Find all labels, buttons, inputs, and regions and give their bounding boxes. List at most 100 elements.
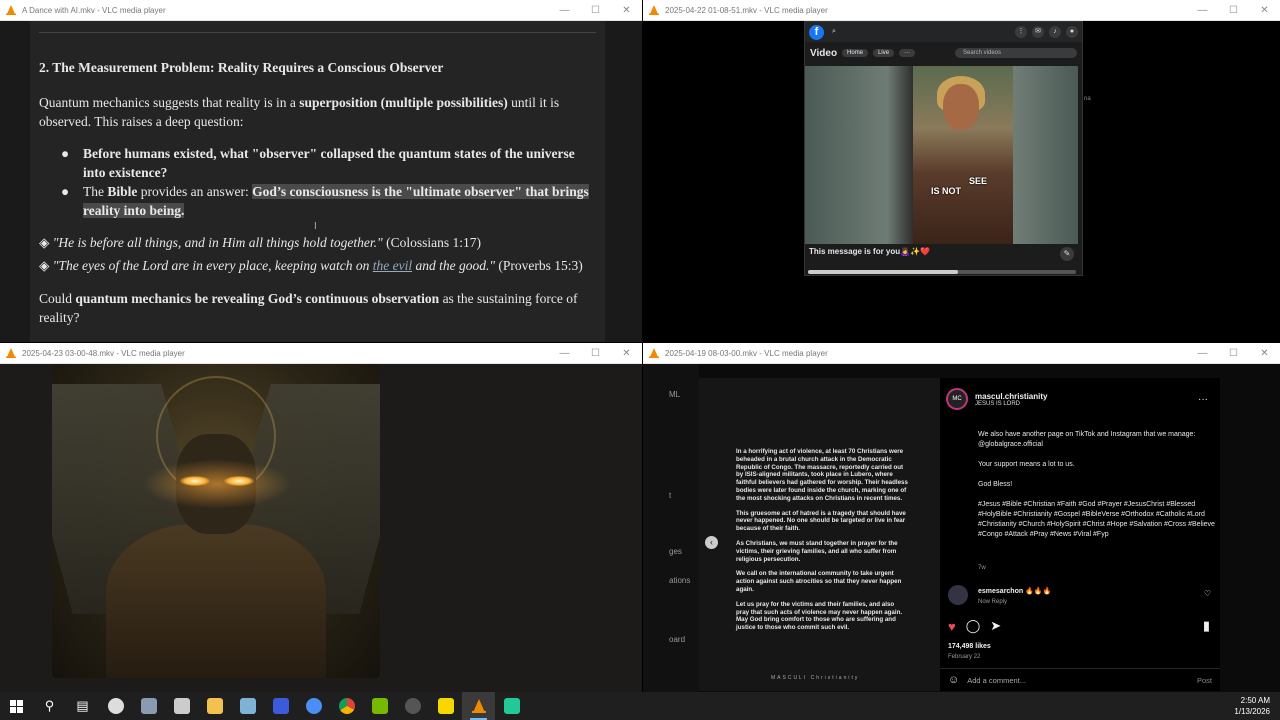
text: The — [83, 184, 108, 199]
vlc-window-document[interactable]: A Dance with AI.mkv - VLC media player —… — [0, 0, 642, 342]
likes-count[interactable]: 174,498 likes — [948, 643, 991, 650]
add-comment-input[interactable]: Add a comment... — [967, 676, 1026, 685]
vlc-window-angel[interactable]: 2025-04-23 03-00-48.mkv - VLC media play… — [0, 343, 642, 692]
like-heart-icon[interactable]: ♥ — [948, 619, 956, 634]
taskbar: ⚲ ▤ 2:50 AM 1/13/2026 — [0, 692, 1280, 720]
more-options-icon[interactable]: ··· — [1198, 394, 1208, 405]
hashtags: #Jesus #Bible #Christian #Faith #God #Pr… — [978, 501, 1215, 538]
caption-paragraph: God Bless! — [978, 481, 1013, 488]
vlc-window-facebook[interactable]: 2025-04-22 01-08-51.mkv - VLC media play… — [643, 0, 1280, 342]
app-icon[interactable] — [396, 692, 429, 720]
quote-text: "He is before all things, and in Him all… — [52, 235, 383, 250]
document-page: 2. The Measurement Problem: Reality Requ… — [30, 21, 605, 342]
comment-icon[interactable]: ◯ — [966, 618, 981, 634]
list-item: ● Before humans existed, what "observer" … — [39, 144, 596, 182]
app-icon[interactable] — [99, 692, 132, 720]
search-videos-input[interactable]: Search videos — [955, 48, 1077, 58]
heart-outline-icon[interactable]: ♡ — [1204, 589, 1211, 598]
maximize-button[interactable]: ☐ — [580, 5, 611, 16]
bell-icon[interactable]: ♪ — [1049, 26, 1061, 38]
paragraph: Quantum mechanics suggests that reality … — [39, 93, 596, 131]
comment-text: 🔥🔥🔥 — [1025, 588, 1052, 595]
post-paragraph: Let us pray for the victims and their fa… — [736, 600, 903, 632]
window-title: 2025-04-19 08-03-00.mkv - VLC media play… — [665, 348, 828, 358]
title-bar[interactable]: A Dance with AI.mkv - VLC media player —… — [0, 0, 642, 21]
user-subtitle: JESUS IS LORD — [975, 400, 1021, 407]
window-title: A Dance with AI.mkv - VLC media player — [22, 5, 166, 15]
diamond-icon: ◈ — [39, 258, 53, 273]
close-button[interactable]: ✕ — [1249, 348, 1280, 359]
minimize-button[interactable]: — — [1187, 348, 1218, 359]
search-icon[interactable]: ⌕ — [828, 26, 840, 38]
edit-icon[interactable]: ✎ — [1060, 247, 1074, 261]
bookmark-icon[interactable]: ▮ — [1203, 618, 1210, 634]
close-button[interactable]: ✕ — [611, 5, 642, 16]
post-paragraph: As Christians, we must stand together in… — [736, 539, 898, 563]
video-player[interactable]: IS NOT SEE — [805, 66, 1078, 244]
app-icon[interactable] — [165, 692, 198, 720]
avatar[interactable]: ● — [1066, 26, 1078, 38]
close-button[interactable]: ✕ — [611, 348, 642, 359]
horizontal-scrollbar[interactable] — [808, 270, 1076, 274]
emoji-icon[interactable]: ☺ — [948, 674, 959, 686]
windows-start-icon[interactable] — [0, 692, 33, 720]
clock[interactable]: 2:50 AM 1/13/2026 — [1234, 695, 1270, 717]
more-icon[interactable]: ··· — [899, 49, 916, 57]
sidebar-label: ML — [669, 390, 681, 399]
facebook-logo-icon[interactable]: f — [809, 24, 824, 40]
comment-meta[interactable]: Now Reply — [978, 599, 1007, 605]
app-icon[interactable] — [132, 692, 165, 720]
minimize-button[interactable]: — — [549, 348, 580, 359]
minimize-button[interactable]: — — [1187, 5, 1218, 16]
app-icon[interactable] — [297, 692, 330, 720]
maximize-button[interactable]: ☐ — [580, 348, 611, 359]
comment-avatar[interactable] — [948, 585, 968, 605]
diamond-icon: ◈ — [39, 235, 53, 250]
username[interactable]: mascul.christianity — [975, 392, 1047, 401]
sticky-notes-icon[interactable] — [429, 692, 462, 720]
post-paragraph: This gruesome act of hatred is a tragedy… — [736, 509, 906, 533]
vlc-window-instagram[interactable]: 2025-04-19 08-03-00.mkv - VLC media play… — [643, 343, 1280, 692]
menu-grid-icon[interactable]: ⋮ — [1015, 26, 1027, 38]
clock-time: 2:50 AM — [1240, 696, 1270, 705]
window-title: 2025-04-22 01-08-51.mkv - VLC media play… — [665, 5, 828, 15]
glowing-eye — [224, 476, 254, 486]
share-icon[interactable]: ➤ — [990, 618, 1001, 634]
tab-live[interactable]: Live — [873, 49, 895, 57]
list-item: ● The Bible provides an answer: God’s con… — [39, 182, 596, 220]
armor — [106, 524, 326, 678]
chrome-icon[interactable] — [330, 692, 363, 720]
caption-paragraph: We also have another page on TikTok and … — [978, 431, 1196, 448]
document-video: 2. The Measurement Problem: Reality Requ… — [0, 21, 642, 342]
post-header: MC mascul.christianity JESUS IS LORD ··· — [946, 388, 1216, 410]
app-icon[interactable] — [495, 692, 528, 720]
maximize-button[interactable]: ☐ — [1218, 348, 1249, 359]
file-explorer-icon[interactable] — [198, 692, 231, 720]
tab-home[interactable]: Home — [842, 49, 869, 57]
app-icon[interactable] — [231, 692, 264, 720]
scrollbar-thumb[interactable] — [808, 270, 959, 274]
nvidia-icon[interactable] — [363, 692, 396, 720]
title-bar[interactable]: 2025-04-19 08-03-00.mkv - VLC media play… — [643, 343, 1280, 364]
minimize-button[interactable]: — — [549, 5, 580, 16]
post-paragraph: In a horrifying act of violence, at leas… — [736, 448, 908, 502]
app-icon[interactable] — [264, 692, 297, 720]
post-button[interactable]: Post — [1197, 676, 1212, 685]
title-bar[interactable]: 2025-04-23 03-00-48.mkv - VLC media play… — [0, 343, 642, 364]
chevron-left-icon[interactable]: ‹ — [705, 536, 718, 549]
close-button[interactable]: ✕ — [1249, 5, 1280, 16]
search-icon[interactable]: ⚲ — [33, 692, 66, 720]
instagram-post-panel: MC mascul.christianity JESUS IS LORD ···… — [940, 378, 1220, 691]
clock-date: 1/13/2026 — [1234, 707, 1270, 716]
task-view-icon[interactable]: ▤ — [66, 692, 99, 720]
vlc-icon[interactable] — [462, 692, 495, 720]
link[interactable]: the evil — [373, 258, 412, 273]
messenger-icon[interactable]: ✉ — [1032, 26, 1044, 38]
title-bar[interactable]: 2025-04-22 01-08-51.mkv - VLC media play… — [643, 0, 1280, 21]
text: Could — [39, 291, 76, 306]
bold-text: quantum mechanics be revealing God’s con… — [75, 291, 440, 306]
glowing-eye — [180, 476, 210, 486]
comment-user[interactable]: esmesarchon — [978, 588, 1023, 595]
avatar[interactable]: MC — [946, 388, 968, 410]
maximize-button[interactable]: ☐ — [1218, 5, 1249, 16]
